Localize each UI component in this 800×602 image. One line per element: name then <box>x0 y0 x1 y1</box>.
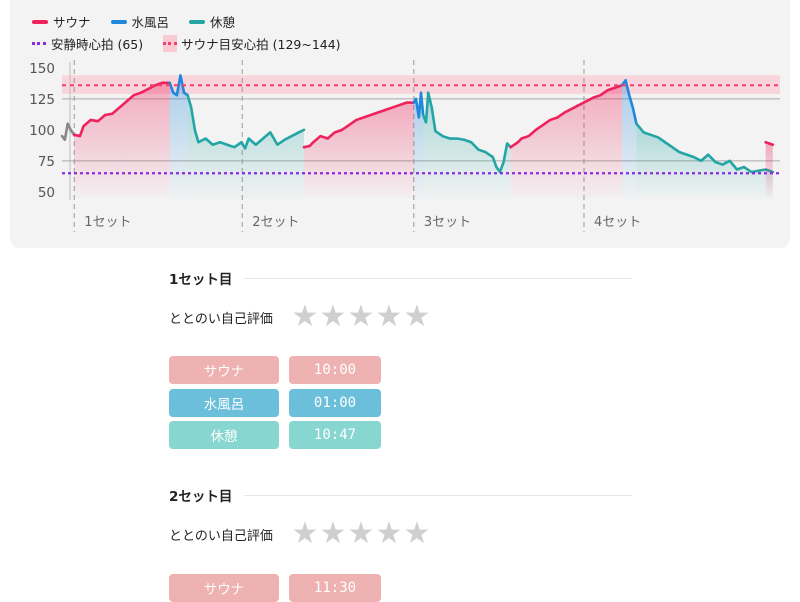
star-icon-3[interactable]: ★ <box>347 519 375 549</box>
cold-bath-duration-pill: 01:00 <box>289 389 381 417</box>
star-icon-2[interactable]: ★ <box>319 302 347 332</box>
set-marker-label: 3セット <box>424 215 471 230</box>
legend-row-phases: サウナ 水風呂 休憩 <box>32 12 255 31</box>
series-area-sauna <box>74 82 170 198</box>
legend-cold-bath-label: 水風呂 <box>131 15 170 30</box>
legend-resting-hr-label: 安静時心拍 (65) <box>51 37 144 52</box>
heart-rate-chart-card: 1セット 2セット 3セット 4セット 50 75 100 125 150 サウナ 水風呂 休憩… <box>10 0 790 248</box>
star-icon-4[interactable]: ★ <box>375 302 403 332</box>
cold-bath-label-pill: 水風呂 <box>169 389 279 417</box>
set-title: 1セット目 <box>169 272 233 288</box>
rating-row: ととのい自己評価 ★ ★ ★ ★ ★ <box>169 519 431 549</box>
star-icon-3[interactable]: ★ <box>347 302 375 332</box>
star-rating[interactable]: ★ ★ ★ ★ ★ <box>291 302 431 332</box>
legend-sauna-label: サウナ <box>53 15 91 30</box>
y-tick-label: 150 <box>29 61 55 77</box>
y-tick-label: 75 <box>38 154 55 170</box>
star-icon-5[interactable]: ★ <box>403 519 431 549</box>
star-icon-1[interactable]: ★ <box>291 302 319 332</box>
y-tick-label: 50 <box>38 185 55 201</box>
divider <box>244 277 632 279</box>
rating-label: ととのい自己評価 <box>169 528 273 544</box>
target-hr-swatch-icon <box>163 35 178 52</box>
legend-resting-hr: 安静時心拍 (65) <box>32 34 143 53</box>
sauna-label-pill: サウナ <box>169 356 279 384</box>
legend-target-hr: サウナ目安心拍 (129~144) <box>163 34 341 53</box>
y-tick-label: 100 <box>29 123 55 139</box>
series-area-rest <box>423 92 511 198</box>
y-tick-label: 125 <box>29 92 55 108</box>
legend-cold-bath: 水風呂 <box>110 12 170 31</box>
star-icon-2[interactable]: ★ <box>319 519 347 549</box>
rest-label-pill: 休憩 <box>169 421 279 449</box>
star-rating[interactable]: ★ ★ ★ ★ ★ <box>291 519 431 549</box>
sauna-label-pill: サウナ <box>169 574 279 602</box>
star-icon-4[interactable]: ★ <box>375 519 403 549</box>
series-area-sauna <box>765 142 773 198</box>
legend-rest: 休憩 <box>189 12 235 31</box>
sauna-duration-pill: 10:00 <box>289 356 381 384</box>
series-area-sauna <box>303 102 414 198</box>
star-icon-5[interactable]: ★ <box>403 302 431 332</box>
rating-row: ととのい自己評価 ★ ★ ★ ★ ★ <box>169 302 431 332</box>
legend-rest-label: 休憩 <box>210 15 236 30</box>
legend-row-reference: 安静時心拍 (65) サウナ目安心拍 (129~144) <box>32 34 361 53</box>
series-area-sauna <box>510 85 623 198</box>
rest-swatch-icon <box>189 19 206 24</box>
set-section-2: 2セット目 ととのい自己評価 ★ ★ ★ ★ ★ サウナ 11:30 <box>169 485 632 602</box>
set-marker-label: 4セット <box>594 215 641 230</box>
series-line-other <box>60 122 76 142</box>
rating-label: ととのい自己評価 <box>169 311 273 327</box>
divider <box>244 494 632 496</box>
sauna-swatch-icon <box>32 19 48 24</box>
star-icon-1[interactable]: ★ <box>291 519 319 549</box>
sauna-duration-pill: 11:30 <box>289 574 381 602</box>
set-section-1: 1セット目 ととのい自己評価 ★ ★ ★ ★ ★ サウナ 10:00 水風呂 0… <box>169 268 632 449</box>
rest-duration-pill: 10:47 <box>289 421 381 449</box>
resting-hr-swatch-icon <box>32 42 46 45</box>
legend-sauna: サウナ <box>32 12 91 31</box>
set-marker-label: 2セット <box>252 215 299 230</box>
legend-target-hr-label: サウナ目安心拍 (129~144) <box>181 37 341 52</box>
cold-bath-swatch-icon <box>110 19 127 24</box>
set-marker-label: 1セット <box>84 215 131 230</box>
set-title: 2セット目 <box>169 489 233 505</box>
